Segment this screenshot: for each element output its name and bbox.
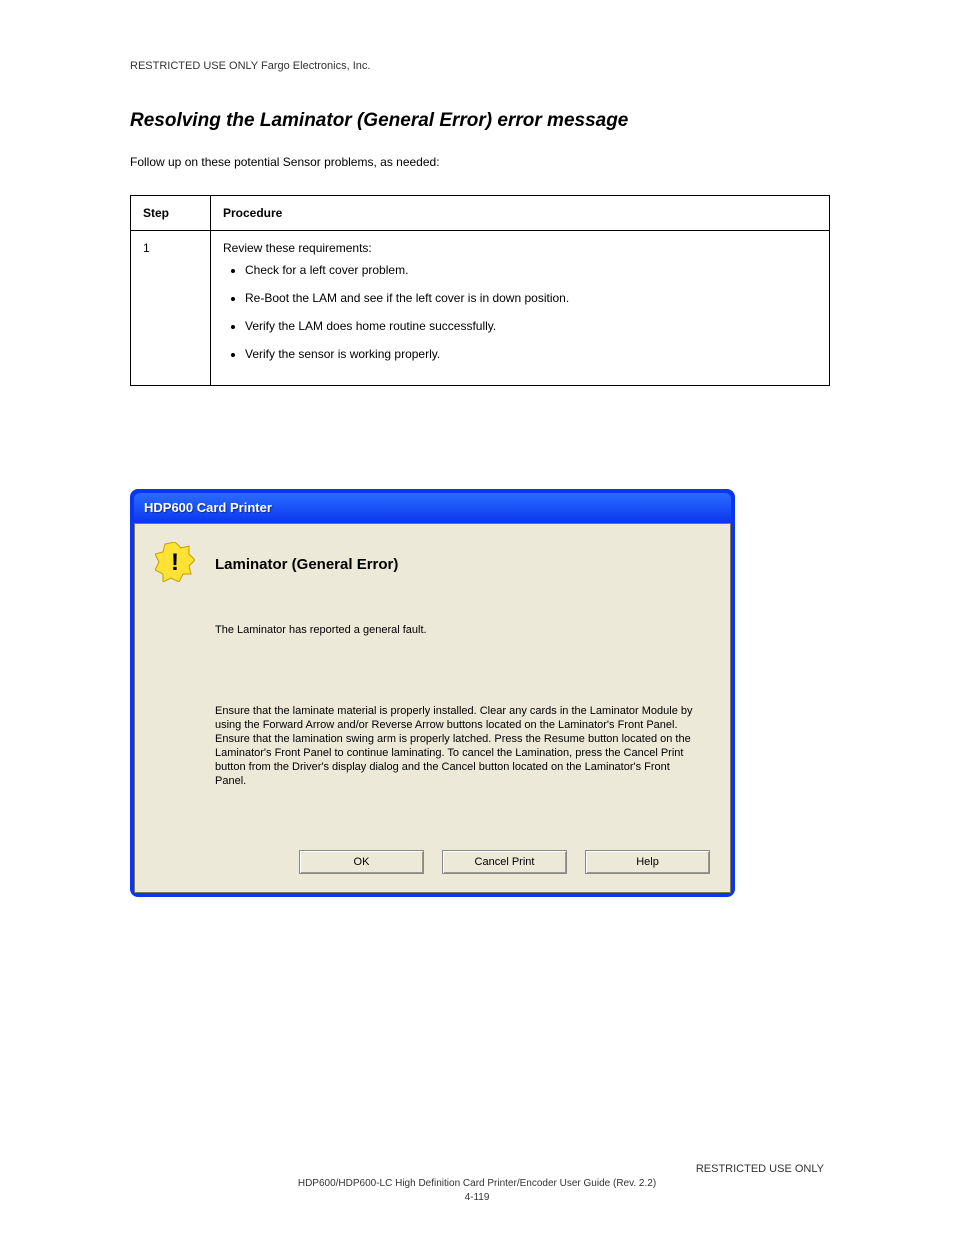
step-number: 1 [131, 231, 211, 386]
dialog-button-row: OK Cancel Print Help [299, 850, 710, 874]
svg-text:!: ! [171, 549, 179, 576]
col-procedure-header: Procedure [211, 196, 830, 231]
cancel-print-button[interactable]: Cancel Print [442, 850, 567, 874]
dialog-titlebar[interactable]: HDP600 Card Printer [134, 493, 731, 523]
table-row: 1 Review these requirements: Check for a… [131, 231, 830, 386]
list-item: Re-Boot the LAM and see if the left cove… [245, 291, 817, 305]
col-step-header: Step [131, 196, 211, 231]
warning-icon: ! [155, 542, 195, 582]
dialog-body: ! Laminator (General Error) The Laminato… [134, 523, 731, 893]
section-title: Resolving the Laminator (General Error) … [130, 110, 628, 132]
list-item: Verify the LAM does home routine success… [245, 319, 817, 333]
header-restricted: RESTRICTED USE ONLY Fargo Electronics, I… [130, 60, 370, 72]
ok-button[interactable]: OK [299, 850, 424, 874]
error-title: Laminator (General Error) [215, 556, 398, 573]
procedure-intro: Review these requirements: [223, 241, 372, 255]
footer-page-number: 4-119 [0, 1192, 954, 1203]
list-item: Verify the sensor is working properly. [245, 347, 817, 361]
procedure-list: Check for a left cover problem. Re-Boot … [223, 263, 817, 361]
footer-copyright: HDP600/HDP600-LC High Definition Card Pr… [0, 1178, 954, 1189]
dialog-window: HDP600 Card Printer ! Laminator (General… [130, 489, 735, 897]
page: RESTRICTED USE ONLY Fargo Electronics, I… [0, 0, 954, 1235]
error-message: The Laminator has reported a general fau… [215, 624, 427, 636]
error-instructions: Ensure that the laminate material is pro… [215, 704, 700, 788]
procedure-cell: Review these requirements: Check for a l… [211, 231, 830, 386]
footer-restricted: RESTRICTED USE ONLY [696, 1163, 824, 1175]
help-button[interactable]: Help [585, 850, 710, 874]
list-item: Check for a left cover problem. [245, 263, 817, 277]
followup-text: Follow up on these potential Sensor prob… [130, 155, 440, 169]
steps-table: Step Procedure 1 Review these requiremen… [130, 195, 830, 386]
